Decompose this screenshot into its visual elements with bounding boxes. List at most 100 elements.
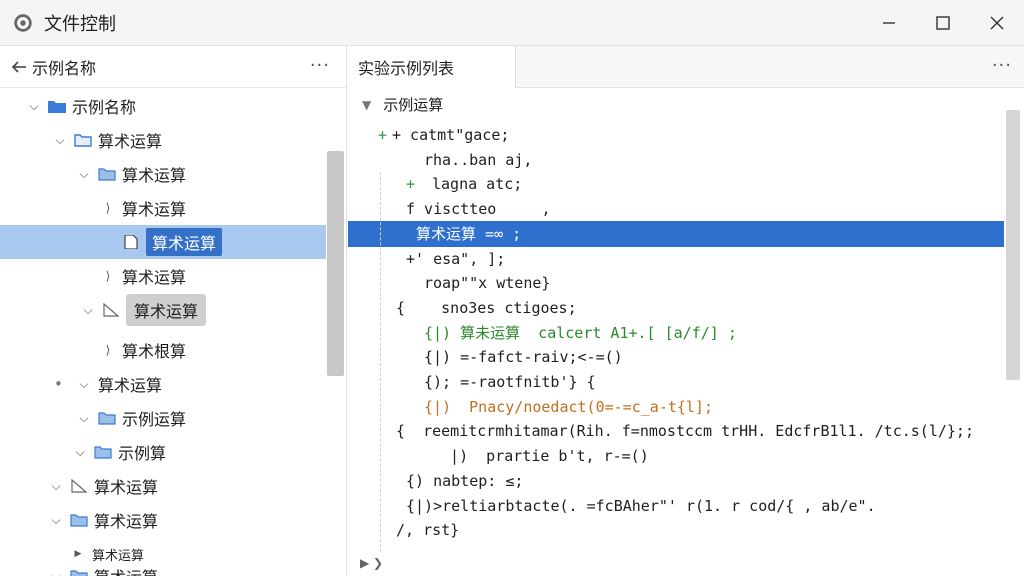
triangle-icon <box>71 479 88 493</box>
tree-item-label: 示例名称 <box>72 98 137 117</box>
tree-item[interactable]: • ⌵ 算术运算 <box>0 367 326 401</box>
tree-item[interactable]: ⟩ 算术运算 <box>0 191 326 225</box>
minimize-icon <box>883 22 895 24</box>
code-line[interactable]: f visctteo , <box>348 196 1004 222</box>
tree-scrollbar[interactable] <box>327 151 344 376</box>
tree-item[interactable]: ⌵ 示例算 <box>0 435 326 469</box>
tree-item[interactable]: ⌵ 算术运算 <box>0 157 326 191</box>
close-icon <box>990 16 1004 30</box>
code-line[interactable]: {|)>reltiarbtacte(. =fcBAher"' r(1. r co… <box>348 493 1004 519</box>
tree-item-label: 算术运算 <box>94 564 158 576</box>
section-title: 示例运算 <box>383 96 444 114</box>
code-text: |) prartie b't, r-=() <box>432 447 649 466</box>
code-line[interactable]: {|) 算未运算 calcert A1+.[ [a/f/] ; <box>348 320 1004 346</box>
chevron-down-icon[interactable]: ⌵ <box>76 376 92 392</box>
chevron-down-icon[interactable]: ⌵ <box>52 132 68 148</box>
back-arrow-icon[interactable] <box>10 58 28 76</box>
tree-header: 示例名称 ··· <box>0 46 346 88</box>
tree-item[interactable]: ⌵ 算术运算 <box>0 503 326 537</box>
folder-icon <box>74 134 92 147</box>
code-text: {) nabtep: ≤; <box>406 471 524 490</box>
expand-arrows-icon[interactable]: ▶ ❯ <box>360 556 383 570</box>
leaf-marker-icon[interactable]: ⟩ <box>100 200 116 216</box>
code-line[interactable]: + + catmt"gace; <box>348 122 1004 148</box>
section-header[interactable]: ▼ 示例运算 <box>362 94 443 115</box>
code-text: { sno3es ctigoes; <box>396 298 577 317</box>
code-line[interactable]: + lagna atc; <box>348 171 1004 197</box>
code-text: + catmt"gace; <box>392 126 510 144</box>
code-line[interactable]: { reemitcrmhitamar(Rih. f=nmostccm trHH.… <box>348 418 1004 444</box>
minimize-button[interactable] <box>862 0 916 46</box>
tree-item[interactable]: ⟩ 算术运算 <box>0 259 326 293</box>
tree-item[interactable]: ⌵ 算术运算 <box>0 123 326 157</box>
folder-icon <box>70 514 88 527</box>
code-line[interactable]: {) nabtep: ≤; <box>348 468 1004 494</box>
tree-item[interactable]: ⌵ 算术运算 <box>0 559 326 576</box>
code-line[interactable]: {|) =-fafct-raiv;<-=() <box>348 344 1004 370</box>
window-controls <box>862 0 1024 46</box>
tree-item-label: 算术运算 <box>94 512 159 531</box>
file-icon <box>124 235 138 249</box>
code-line[interactable]: roap""x wtene} <box>348 270 1004 296</box>
tree-item[interactable]: ⌵ 示例名称 <box>0 89 326 123</box>
tree-item-label: 算术运算 <box>126 294 207 326</box>
spacer[interactable] <box>100 234 116 250</box>
code-line[interactable]: { sno3es ctigoes; <box>348 295 1004 321</box>
tree-item[interactable]: ⌵ 示例运算 <box>0 401 326 435</box>
tree-item-label: 算术根算 <box>122 342 187 361</box>
leaf-marker-icon[interactable]: ⟩ <box>100 342 116 358</box>
tab-experiment-list[interactable]: 实验示例列表 <box>348 46 516 88</box>
tree-more-button[interactable]: ··· <box>310 55 330 76</box>
code-text: {|) 算未运算 calcert A1+.[ [a/f/] ; <box>424 324 737 343</box>
window-title: 文件控制 <box>44 13 116 35</box>
code-line[interactable]: +' esa", ]; <box>348 246 1004 272</box>
bullet-icon: • <box>54 375 63 393</box>
editor-scrollbar[interactable] <box>1006 110 1020 380</box>
leaf-marker-icon[interactable]: ⟩ <box>100 268 116 284</box>
code-editor[interactable]: + + catmt"gace; rha..ban aj, + lagna atc; f v… <box>348 122 1004 576</box>
chevron-down-icon[interactable]: ⌵ <box>48 512 64 528</box>
code-text: { reemitcrmhitamar(Rih. f=nmostccm trHH.… <box>396 422 974 441</box>
close-button[interactable] <box>970 0 1024 46</box>
code-line[interactable]: {); =-raotfnitb'} { <box>348 369 1004 395</box>
tree-header-title: 示例名称 <box>32 58 97 78</box>
code-line[interactable]: rha..ban aj, <box>348 147 1004 173</box>
gear-icon <box>14 13 32 32</box>
chevron-down-icon[interactable]: ⌵ <box>72 444 88 460</box>
tree-item[interactable]: 算术运算 <box>0 225 326 259</box>
tree-item[interactable]: ⌵ 算术运算 <box>0 293 326 327</box>
maximize-button[interactable] <box>916 0 970 46</box>
triangle-icon <box>103 303 120 317</box>
diff-added-icon: + <box>378 126 388 144</box>
tab-bar: 实验示例列表 ··· <box>348 46 1024 88</box>
code-line[interactable]: 算术运算 =∞ ; <box>348 220 1004 247</box>
code-text: {|)>reltiarbtacte(. =fcBAher"' r(1. r co… <box>406 496 876 515</box>
folder-icon <box>70 570 88 576</box>
tree-item-label: 算术运算 <box>146 228 223 256</box>
tree-item-label: 算术运算 <box>122 200 187 219</box>
code-text: rha..ban aj, <box>424 150 533 169</box>
tree-item-label: 算术运算 <box>94 478 159 497</box>
chevron-down-icon[interactable]: ⌵ <box>26 98 42 114</box>
chevron-down-icon[interactable]: ⌵ <box>48 478 64 494</box>
code-line[interactable]: |) prartie b't, r-=() <box>348 443 1004 469</box>
diff-added-icon: + <box>406 175 416 194</box>
folder-icon <box>98 168 116 181</box>
code-text: /, rst} <box>396 521 460 540</box>
chevron-down-icon[interactable]: ⌵ <box>76 166 92 182</box>
folder-icon <box>48 101 66 113</box>
editor-more-button[interactable]: ··· <box>992 55 1012 76</box>
chevron-down-icon: ▼ <box>362 97 372 112</box>
code-text: 算术运算 =∞ ; <box>416 225 522 244</box>
tree-item-label: 算术运算 <box>98 132 163 151</box>
chevron-down-icon[interactable]: ⌵ <box>80 302 96 318</box>
code-text: {); =-raotfnitb'} { <box>424 373 596 391</box>
tree-view: ⌵ 示例名称 ⌵ 算术运算 ⌵ 算术运算 ⟩ 算术运算 算术运算 ⟩ 算术运算 ⌵ 算术运算 ⟩ 算术根算 •… <box>0 88 326 576</box>
chevron-down-icon[interactable]: ⌵ <box>76 410 92 426</box>
code-line[interactable]: {|) Pnacy/noedact(0=-=c_a-t{l]; <box>348 394 1004 420</box>
chevron-down-icon[interactable]: ⌵ <box>48 568 64 576</box>
tree-item[interactable]: ⌵ 算术运算 <box>0 469 326 503</box>
code-line[interactable]: /, rst} <box>348 517 1004 543</box>
tree-item-label: 算术运算 <box>122 268 187 287</box>
tree-item[interactable]: ⟩ 算术根算 <box>0 333 326 367</box>
